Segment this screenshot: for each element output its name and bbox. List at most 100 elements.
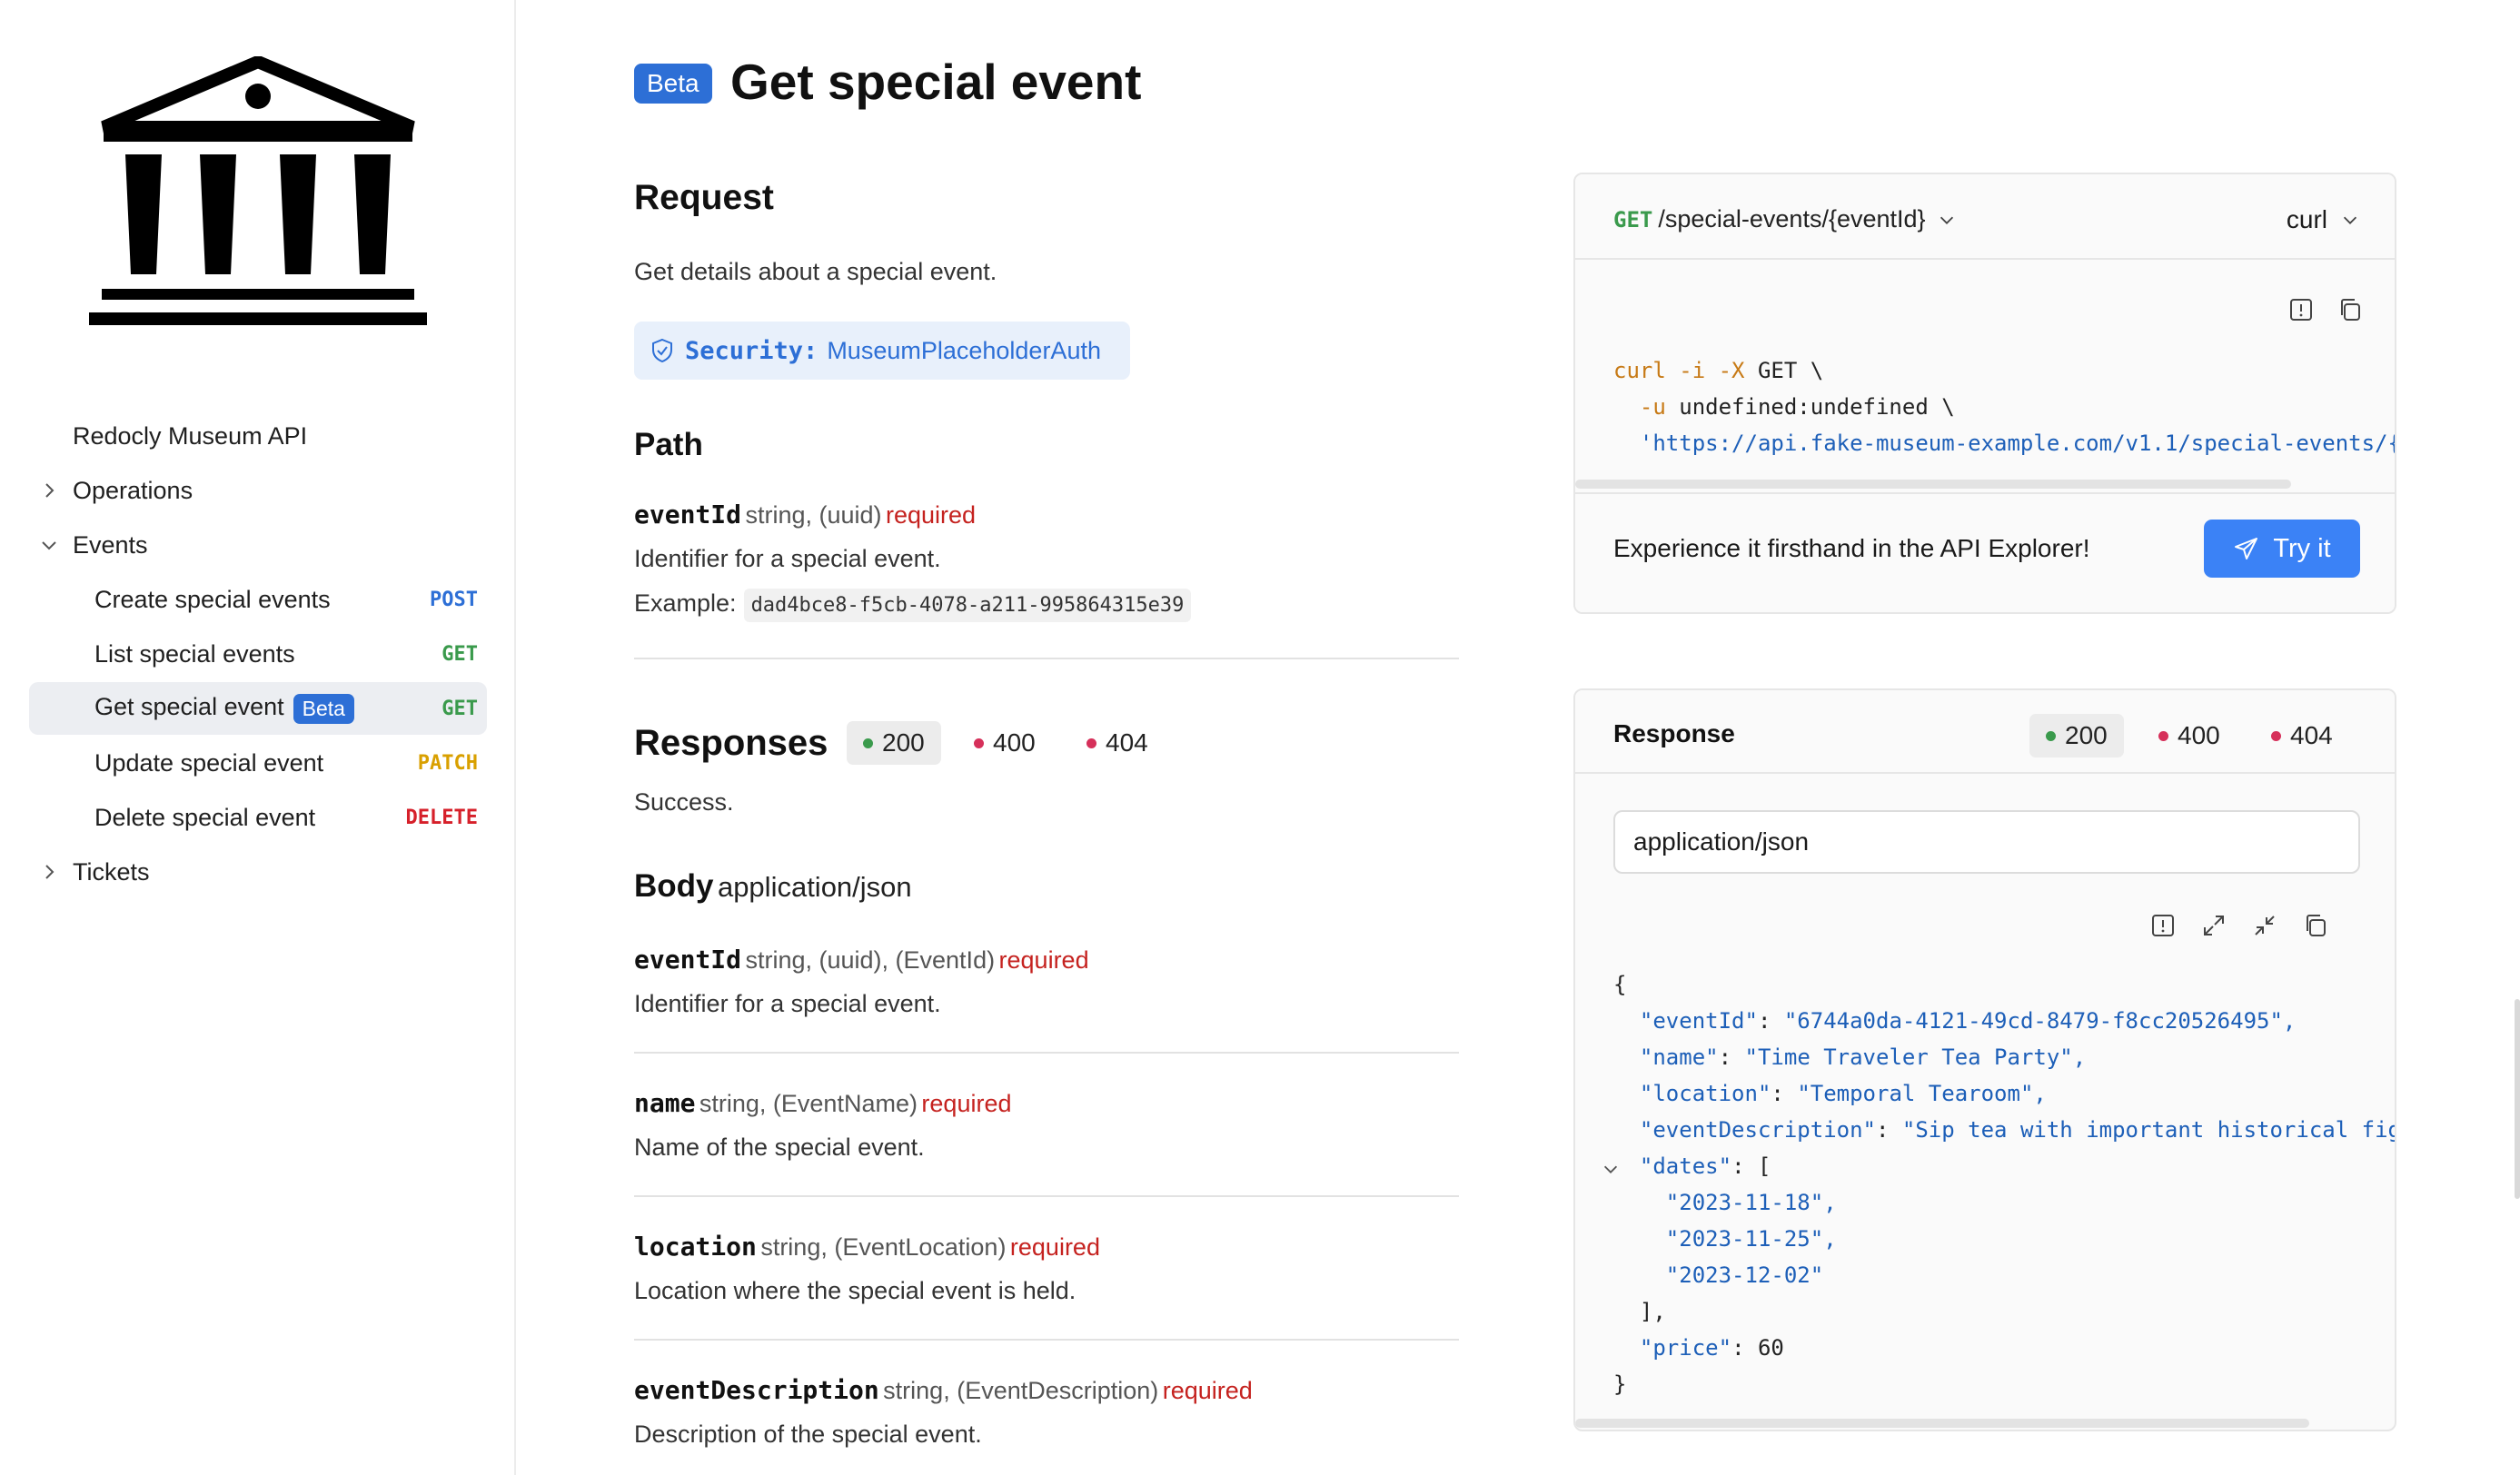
field-description: Location where the special event is held… bbox=[634, 1277, 1076, 1304]
content-type-value: application/json bbox=[1633, 827, 1810, 856]
json-value: "Temporal Tearoom", bbox=[1797, 1081, 2047, 1106]
page-scrollbar[interactable] bbox=[2515, 999, 2520, 1199]
sample-tab-400[interactable]: 400 bbox=[2142, 714, 2237, 757]
collapse-icon[interactable] bbox=[2251, 912, 2278, 939]
response-sample-panel: Response 200 400 404 application/json { bbox=[1573, 688, 2396, 1431]
security-box[interactable]: Security: MuseumPlaceholderAuth bbox=[634, 322, 1130, 380]
json-value: "2023-11-25", bbox=[1665, 1226, 1837, 1252]
tab-code: 200 bbox=[2065, 721, 2108, 749]
json-close: } bbox=[1613, 1371, 1627, 1397]
sidebar-group-events[interactable]: Events bbox=[29, 519, 487, 571]
paper-plane-icon bbox=[2235, 538, 2258, 559]
museum-logo-icon bbox=[89, 56, 427, 325]
json-value: "Time Traveler Tea Party", bbox=[1744, 1044, 2087, 1070]
tab-code: 404 bbox=[1106, 728, 1148, 757]
json-value: "2023-12-02" bbox=[1665, 1262, 1824, 1288]
chevron-right-icon bbox=[45, 483, 55, 498]
copy-icon[interactable] bbox=[2302, 912, 2329, 939]
sidebar-item-get-special-event[interactable]: Get special event Beta GET bbox=[29, 682, 487, 735]
json-key: "price" bbox=[1639, 1335, 1732, 1361]
path-heading: Path bbox=[634, 427, 703, 462]
endpoint-selector[interactable]: GET /special-events/{eventId} bbox=[1613, 205, 1957, 233]
try-it-button[interactable]: Try it bbox=[2204, 520, 2360, 578]
example-label: Example: bbox=[634, 589, 737, 617]
body-heading-label: Body bbox=[634, 868, 714, 904]
json-key: "name" bbox=[1639, 1044, 1719, 1070]
field-description: Description of the special event. bbox=[634, 1421, 982, 1448]
field-required: required bbox=[1162, 1377, 1253, 1404]
response-tab-404[interactable]: 404 bbox=[1070, 721, 1165, 765]
divider bbox=[634, 1339, 1459, 1341]
sidebar-group-operations[interactable]: Operations bbox=[29, 464, 487, 517]
sidebar-group-tickets[interactable]: Tickets bbox=[29, 846, 487, 898]
field-required: required bbox=[998, 946, 1089, 974]
chevron-right-icon bbox=[45, 865, 55, 879]
field-type: string, (EventLocation) bbox=[760, 1233, 1007, 1261]
sample-tab-200[interactable]: 200 bbox=[2029, 714, 2124, 757]
tab-code: 200 bbox=[882, 728, 925, 757]
sidebar-item-list-special-events[interactable]: List special events GET bbox=[29, 628, 487, 680]
request-heading: Request bbox=[634, 178, 774, 217]
field-name: location bbox=[634, 1232, 757, 1262]
horizontal-scrollbar[interactable] bbox=[1575, 1419, 2309, 1428]
horizontal-scrollbar[interactable] bbox=[1575, 480, 2291, 489]
responses-heading: Responses bbox=[634, 723, 828, 763]
report-icon[interactable] bbox=[2287, 296, 2315, 323]
chevron-down-icon bbox=[42, 541, 56, 550]
code-line-1: curl -i -X GET \ bbox=[1613, 358, 1823, 383]
param-name: eventId bbox=[634, 500, 742, 530]
sidebar-api-title[interactable]: Redocly Museum API bbox=[29, 410, 487, 462]
json-line-price: "price": 60 bbox=[1613, 1335, 1784, 1361]
item-label: Update special event bbox=[94, 748, 324, 777]
json-date-1: "2023-11-18", bbox=[1613, 1190, 1837, 1215]
code-url: 'https://api.fake-museum-example.com/v1.… bbox=[1613, 431, 2396, 456]
response-field-name: name string, (EventName) required bbox=[634, 1088, 1011, 1118]
method-badge: GET bbox=[441, 642, 478, 666]
divider bbox=[634, 1052, 1459, 1054]
api-title-label: Redocly Museum API bbox=[73, 421, 308, 450]
group-label: Operations bbox=[73, 476, 193, 504]
endpoint-path: /special-events/{eventId} bbox=[1658, 205, 1926, 233]
json-line-eventid: "eventId": "6744a0da-4121-49cd-8479-f8cc… bbox=[1639, 1008, 2297, 1034]
tab-code: 400 bbox=[2178, 721, 2220, 749]
tab-code: 404 bbox=[2290, 721, 2333, 749]
field-description: Name of the special event. bbox=[634, 1133, 925, 1161]
copy-icon[interactable] bbox=[2336, 296, 2364, 323]
json-value: "Sip tea with important historical fig bbox=[1901, 1117, 2396, 1143]
field-name: eventId bbox=[634, 945, 742, 975]
try-it-label: Try it bbox=[2273, 533, 2331, 563]
code-cmd: curl bbox=[1613, 358, 1666, 383]
group-label: Events bbox=[73, 530, 148, 559]
response-success-text: Success. bbox=[634, 788, 734, 816]
response-field-eventid: eventId string, (uuid), (EventId) requir… bbox=[634, 945, 1089, 975]
json-line-name: "name": "Time Traveler Tea Party", bbox=[1639, 1044, 2087, 1070]
json-date-3: "2023-12-02" bbox=[1613, 1262, 1823, 1288]
language-selector[interactable]: curl bbox=[2287, 205, 2360, 234]
response-tab-200[interactable]: 200 bbox=[847, 721, 941, 765]
sample-tab-404[interactable]: 404 bbox=[2255, 714, 2349, 757]
item-label: Create special events bbox=[94, 585, 331, 613]
sidebar-item-update-special-event[interactable]: Update special event PATCH bbox=[29, 737, 487, 789]
content-type-select[interactable]: application/json bbox=[1613, 810, 2360, 874]
sidebar-item-create-special-events[interactable]: Create special events POST bbox=[29, 573, 487, 626]
json-line-eventdescription: "eventDescription": "Sip tea with import… bbox=[1613, 1117, 2396, 1143]
shield-check-icon bbox=[652, 338, 672, 363]
method-badge: PATCH bbox=[417, 751, 478, 775]
status-dot bbox=[2158, 730, 2168, 741]
divider bbox=[634, 1195, 1459, 1197]
main-content: Beta Get special event Request Get detai… bbox=[518, 0, 2520, 1475]
path-param-eventid: eventId string, (uuid) required bbox=[634, 500, 976, 530]
status-dot bbox=[1086, 738, 1096, 748]
json-value: "2023-11-18", bbox=[1665, 1190, 1837, 1215]
expand-icon[interactable] bbox=[2200, 912, 2227, 939]
method-badge: DELETE bbox=[405, 806, 478, 829]
sidebar-item-delete-special-event[interactable]: Delete special event DELETE bbox=[29, 791, 487, 844]
chevron-down-icon bbox=[1940, 216, 1953, 224]
security-value-link[interactable]: MuseumPlaceholderAuth bbox=[827, 337, 1101, 365]
tab-code: 400 bbox=[993, 728, 1036, 757]
json-open: { bbox=[1613, 972, 1627, 997]
code-line-3: 'https://api.fake-museum-example.com/v1.… bbox=[1613, 431, 2396, 456]
response-tab-400[interactable]: 400 bbox=[957, 721, 1052, 765]
body-content-type: application/json bbox=[717, 871, 912, 903]
report-icon[interactable] bbox=[2149, 912, 2177, 939]
